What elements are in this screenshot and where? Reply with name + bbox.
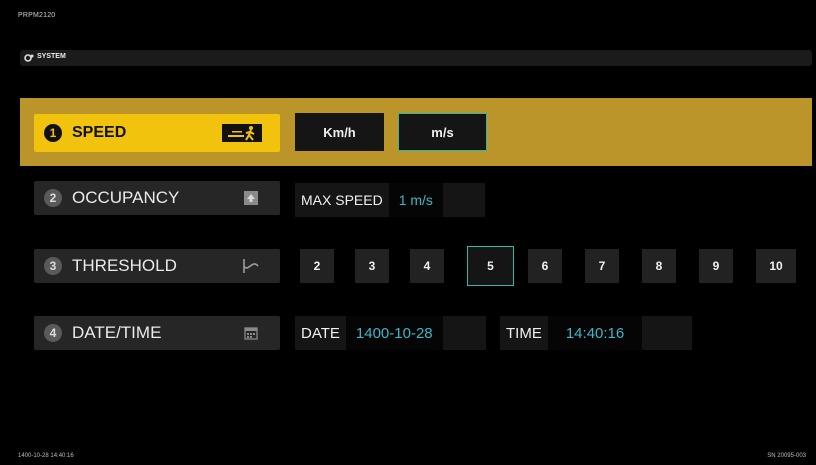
menu-label: OCCUPANCY [72,188,180,207]
menu-item-speed[interactable]: 1 SPEED [34,114,280,152]
menu-number: 3 [44,257,62,275]
threshold-option[interactable]: 8 [642,249,676,283]
footer-serial: SN 20095-003 [767,453,806,459]
footer-timestamp: 1400-10-28 14:40:16 [18,453,74,459]
menu-label: SPEED [72,124,127,141]
date-label: DATE [301,324,340,342]
threshold-icon [240,257,262,275]
max-speed-label: MAX SPEED [301,192,383,208]
menu-number: 1 [44,124,62,142]
threshold-option[interactable]: 2 [300,249,334,283]
max-speed-value: 1 m/s [388,183,443,217]
max-speed-field[interactable]: MAX SPEED 1 m/s [295,183,485,217]
threshold-option[interactable]: 7 [585,249,619,283]
threshold-option[interactable]: 4 [410,249,444,283]
date-value: 1400-10-28 [345,316,443,350]
device-model: PRPM2120 [18,12,56,19]
menu-label: THRESHOLD [72,256,177,275]
menu-item-datetime[interactable]: 4 DATE/TIME [34,316,280,350]
menu-item-threshold[interactable]: 3 THRESHOLD [34,249,280,283]
threshold-option[interactable]: 6 [528,249,562,283]
time-label: TIME [506,324,542,342]
unit-kmh-button[interactable]: Km/h [295,113,384,151]
system-bar[interactable]: SYSTEM [20,50,812,66]
unit-ms-button[interactable]: m/s [398,113,487,151]
threshold-option[interactable]: 10 [756,249,796,283]
threshold-option-selected[interactable]: 5 [467,246,514,286]
date-field[interactable]: DATE 1400-10-28 [295,316,486,350]
threshold-option[interactable]: 9 [699,249,733,283]
occupancy-icon [240,189,262,207]
pedestrian-speed-icon [222,124,262,142]
time-field[interactable]: TIME 14:40:16 [500,316,692,350]
system-label: SYSTEM [37,53,66,60]
menu-item-occupancy[interactable]: 2 OCCUPANCY [34,181,280,215]
gear-icon [24,54,34,62]
menu-number: 2 [44,189,62,207]
time-value: 14:40:16 [547,316,643,350]
threshold-option[interactable]: 3 [355,249,389,283]
menu-number: 4 [44,324,62,342]
menu-label: DATE/TIME [72,323,162,342]
calendar-icon [240,324,262,342]
